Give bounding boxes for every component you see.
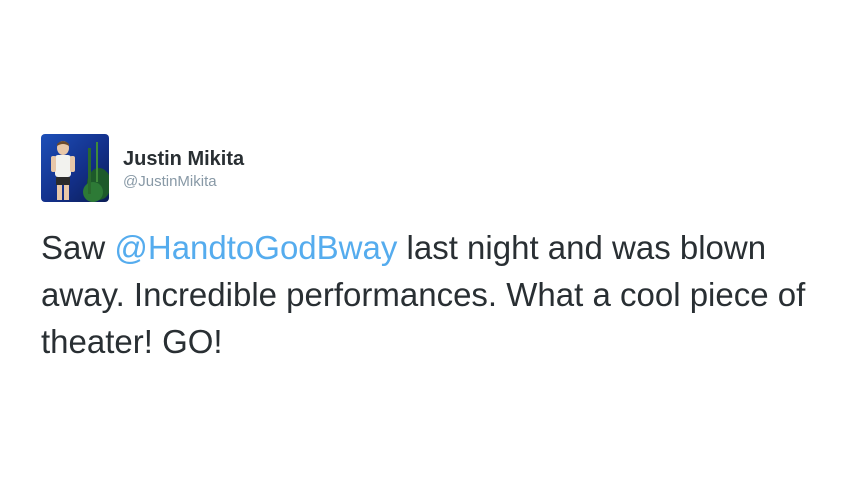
mention-link[interactable]: @HandtoGodBway <box>114 229 397 266</box>
tweet-card: Justin Mikita @JustinMikita Saw @HandtoG… <box>0 0 860 484</box>
avatar-photo-icon <box>41 134 109 202</box>
avatar[interactable] <box>41 134 109 202</box>
screen-name[interactable]: @JustinMikita <box>123 171 244 193</box>
user-block: Justin Mikita @JustinMikita <box>123 134 244 193</box>
tweet-header: Justin Mikita @JustinMikita <box>41 134 244 202</box>
display-name[interactable]: Justin Mikita <box>123 147 244 171</box>
tweet-text-start: Saw <box>41 229 115 266</box>
tweet-text: Saw @HandtoGodBway last night and was bl… <box>41 224 831 365</box>
